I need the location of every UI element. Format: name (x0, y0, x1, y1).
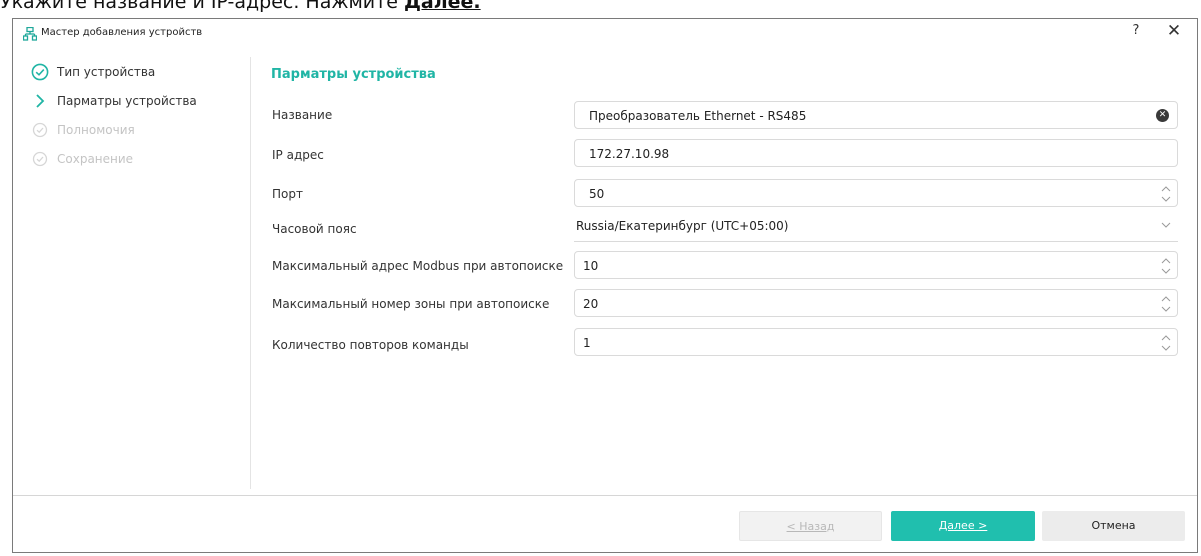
spinner-icon[interactable] (1160, 255, 1172, 277)
name-input[interactable]: Преобразователь Ethernet - RS485 ✕ (574, 101, 1178, 129)
retries-value: 1 (583, 336, 591, 350)
caption-text: Укажите название и IP-адрес. Нажмите (0, 0, 398, 13)
chevron-down-icon (1161, 222, 1171, 228)
retries-stepper[interactable]: 1 (574, 328, 1178, 356)
spinner-icon[interactable] (1160, 293, 1172, 315)
name-value: Преобразователь Ethernet - RS485 (589, 109, 807, 123)
help-button[interactable]: ? (1127, 23, 1145, 38)
max-modbus-label: Максимальный адрес Modbus при автопоиске (272, 259, 564, 273)
cancel-button[interactable]: Отмена (1042, 511, 1185, 541)
window-title: Мастер добавления устройств (41, 27, 203, 38)
ip-label: IP адрес (272, 148, 324, 162)
max-modbus-stepper[interactable]: 10 (574, 251, 1178, 279)
max-zone-value: 20 (583, 297, 599, 311)
close-button[interactable]: ✕ (1165, 21, 1183, 41)
sidebar-divider (250, 57, 251, 489)
section-title: Парматры устройства (271, 67, 436, 82)
step-label: Сохранение (57, 152, 134, 166)
chevron-right-icon (36, 94, 45, 108)
port-stepper[interactable]: 50 (574, 179, 1178, 207)
max-modbus-value: 10 (583, 259, 599, 273)
max-zone-stepper[interactable]: 20 (574, 289, 1178, 317)
next-button[interactable]: Далее > (891, 511, 1035, 541)
top-caption: Укажите название и IP-адрес. Нажмите Дал… (0, 0, 481, 13)
check-circle-icon (31, 63, 49, 81)
titlebar: Мастер добавления устройств ? ✕ (13, 19, 1197, 49)
step-label: Парматры устройства (57, 94, 197, 108)
timezone-label: Часовой пояс (272, 222, 357, 236)
network-icon (23, 27, 37, 41)
check-circle-outline-icon (32, 122, 48, 138)
check-circle-outline-icon (32, 151, 48, 167)
retries-label: Количество повторов команды (272, 338, 469, 352)
footer-divider (13, 495, 1197, 496)
port-value: 50 (589, 187, 605, 201)
step-label: Тип устройства (57, 65, 156, 79)
spinner-icon[interactable] (1160, 332, 1172, 354)
port-label: Порт (272, 187, 303, 201)
name-label: Название (272, 108, 333, 122)
timezone-select[interactable]: Russia/Екатеринбург (UTC+05:00) (574, 216, 1178, 242)
max-zone-label: Максимальный номер зоны при автопоиске (272, 297, 550, 311)
timezone-value: Russia/Екатеринбург (UTC+05:00) (576, 219, 789, 233)
wizard-window: Мастер добавления устройств ? ✕ Тип устр… (12, 18, 1198, 553)
clear-icon[interactable]: ✕ (1156, 109, 1169, 122)
back-button[interactable]: < Назад (739, 511, 882, 541)
ip-value: 172.27.10.98 (589, 147, 670, 161)
step-label: Полномочия (57, 123, 135, 137)
ip-input[interactable]: 172.27.10.98 (574, 139, 1178, 167)
caption-bold: Далее. (403, 0, 481, 13)
spinner-icon[interactable] (1160, 183, 1172, 205)
